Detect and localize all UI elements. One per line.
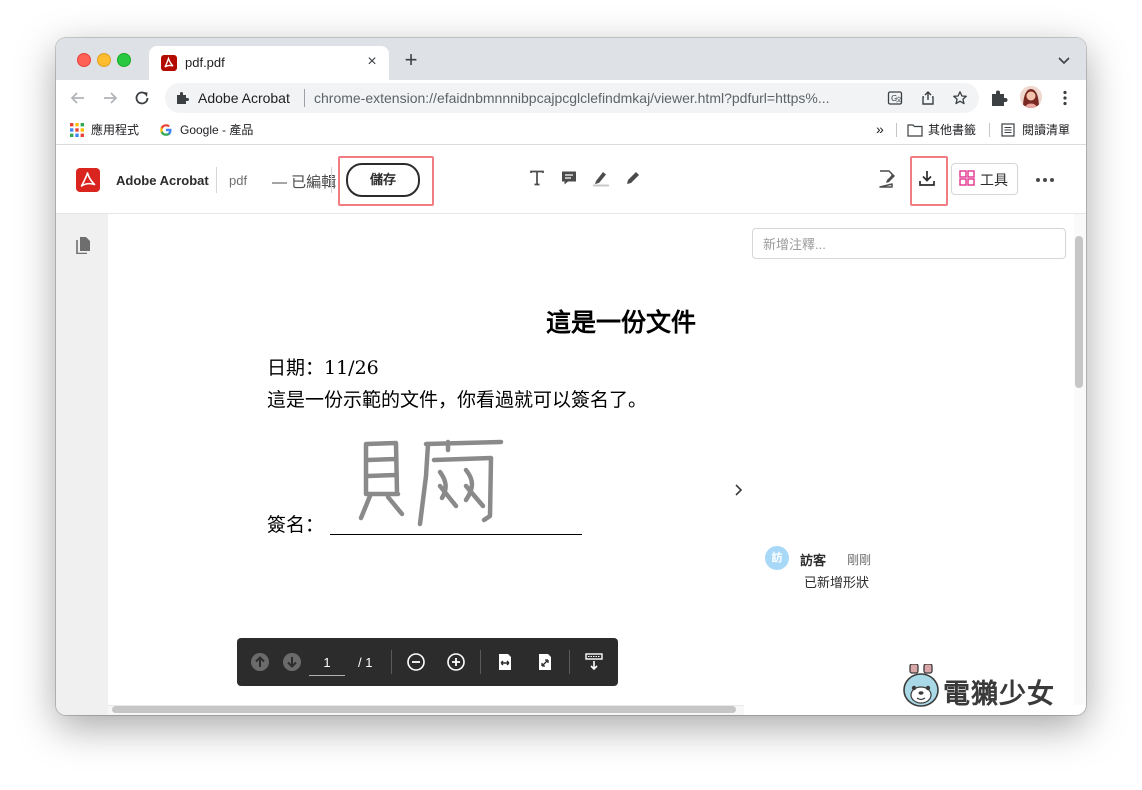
add-comment-input[interactable]: 新增注釋... xyxy=(752,228,1066,259)
fill-sign-icon[interactable] xyxy=(877,169,895,188)
forward-arrow-icon[interactable] xyxy=(100,88,120,108)
watermark: 電獺少女 xyxy=(902,660,1062,712)
acrobat-header: Adobe Acrobat pdf — 已編輯 儲存 工具 xyxy=(56,145,1086,214)
tab-pdf[interactable]: pdf.pdf × xyxy=(149,46,389,80)
window-close-button[interactable] xyxy=(77,53,91,67)
comments-panel xyxy=(744,214,1074,705)
bookmark-apps[interactable]: 應用程式 xyxy=(70,122,139,138)
fit-width-icon[interactable] xyxy=(496,653,514,671)
back-arrow-icon[interactable] xyxy=(68,88,88,108)
total-pages: / 1 xyxy=(358,655,373,670)
nav-divider xyxy=(391,650,392,674)
edit-status: — 已編輯 xyxy=(272,174,337,191)
app-name: Adobe Acrobat xyxy=(116,173,209,188)
current-page-input[interactable]: 1 xyxy=(309,653,345,676)
document-title: 這是一份文件 xyxy=(546,308,697,337)
tools-label: 工具 xyxy=(980,172,1008,188)
tools-button[interactable]: 工具 xyxy=(951,163,1018,195)
page-navigation-bar: 1 / 1 xyxy=(237,638,618,686)
more-options-icon[interactable] xyxy=(1034,171,1056,189)
svg-text:文: 文 xyxy=(896,96,902,104)
extension-puzzle-icon xyxy=(175,90,191,106)
reading-list[interactable]: 閱讀清單 xyxy=(1001,122,1070,138)
document-body: 這是一份示範的文件，你看過就可以簽名了。 xyxy=(267,389,648,411)
signature-label: 簽名： xyxy=(267,514,325,536)
fit-page-icon[interactable] xyxy=(536,653,554,671)
horizontal-scroll-thumb[interactable] xyxy=(112,706,736,713)
watermark-text: 電獺少女 xyxy=(943,679,1055,709)
draw-pencil-icon[interactable] xyxy=(624,169,642,187)
window-maximize-button[interactable] xyxy=(117,53,131,67)
nav-divider-2 xyxy=(480,650,481,674)
apps-grid-icon xyxy=(70,123,84,137)
bookmark-star-icon[interactable] xyxy=(952,90,968,106)
omnibox-divider xyxy=(304,89,305,107)
comment-author: 訪客 xyxy=(800,553,827,568)
otter-mascot-icon xyxy=(903,664,939,707)
browser-window: pdf.pdf × + Adobe Acrobat chrome-extensi… xyxy=(56,38,1086,715)
browser-toolbar: Adobe Acrobat chrome-extension://efaidnb… xyxy=(56,80,1086,116)
tools-grid-icon xyxy=(959,170,975,186)
document-date: 日期：11/26 xyxy=(267,357,379,379)
bookmark-apps-label: 應用程式 xyxy=(91,123,140,137)
file-name: pdf xyxy=(229,173,248,188)
comment-text[interactable]: 已新增形狀 xyxy=(804,572,869,591)
bookmark-other[interactable]: 其他書籤 xyxy=(907,122,976,138)
highlight-marker-icon[interactable] xyxy=(592,169,610,187)
translate-icon[interactable]: G文 xyxy=(887,90,903,106)
google-g-icon xyxy=(159,123,173,137)
site-name: Adobe Acrobat xyxy=(198,90,290,106)
tab-search-icon[interactable] xyxy=(1056,52,1072,68)
reading-list-label: 閱讀清單 xyxy=(1022,123,1071,137)
comment-time: 剛剛 xyxy=(847,553,872,567)
left-rail xyxy=(56,214,108,715)
add-text-icon[interactable] xyxy=(528,169,546,187)
page-thumbnails-icon[interactable] xyxy=(75,236,91,255)
profile-avatar[interactable] xyxy=(1020,86,1042,108)
new-tab-button[interactable]: + xyxy=(400,49,422,71)
zoom-out-icon[interactable] xyxy=(407,653,425,671)
bookmark-other-label: 其他書籤 xyxy=(928,123,977,137)
bookmarks-divider-2 xyxy=(989,123,990,137)
address-bar[interactable]: Adobe Acrobat chrome-extension://efaidnb… xyxy=(165,83,979,113)
tab-strip: pdf.pdf × + xyxy=(56,38,1086,80)
share-icon[interactable] xyxy=(920,90,936,106)
save-highlight-box xyxy=(338,156,434,206)
acrobat-logo-icon xyxy=(76,168,100,192)
folder-icon xyxy=(907,123,923,137)
acrobat-favicon-icon xyxy=(161,55,177,71)
next-page-icon[interactable] xyxy=(283,653,301,671)
reading-list-icon xyxy=(1001,123,1015,137)
scroll-mode-icon[interactable] xyxy=(585,653,603,671)
zoom-in-icon[interactable] xyxy=(447,653,465,671)
bookmarks-bar: 應用程式 Google - 產品 » 其他書籤 閱讀清單 xyxy=(56,116,1086,145)
vertical-scroll-thumb[interactable] xyxy=(1075,236,1083,388)
bookmark-google-label: Google - 產品 xyxy=(180,123,254,137)
handwritten-signature[interactable] xyxy=(356,436,506,532)
signature-line xyxy=(330,534,582,535)
tab-close-icon[interactable]: × xyxy=(363,53,381,71)
bookmarks-divider xyxy=(896,123,897,137)
previous-page-icon[interactable] xyxy=(251,653,269,671)
extensions-puzzle-icon[interactable] xyxy=(989,88,1009,108)
window-minimize-button[interactable] xyxy=(97,53,111,67)
tab-title: pdf.pdf xyxy=(185,55,225,70)
url-text[interactable]: chrome-extension://efaidnbmnnnibpcajpcgl… xyxy=(314,90,874,106)
nav-divider-3 xyxy=(569,650,570,674)
comment-avatar: 訪 xyxy=(765,546,789,570)
chrome-menu-kebab-icon[interactable] xyxy=(1055,88,1075,108)
comment-icon[interactable] xyxy=(560,169,578,187)
bookmarks-overflow-chevron[interactable]: » xyxy=(876,121,884,137)
bookmark-google[interactable]: Google - 產品 xyxy=(159,122,253,138)
header-divider-2 xyxy=(331,167,332,193)
header-divider xyxy=(216,167,217,193)
reload-icon[interactable] xyxy=(132,88,152,108)
download-highlight-box xyxy=(910,156,948,206)
